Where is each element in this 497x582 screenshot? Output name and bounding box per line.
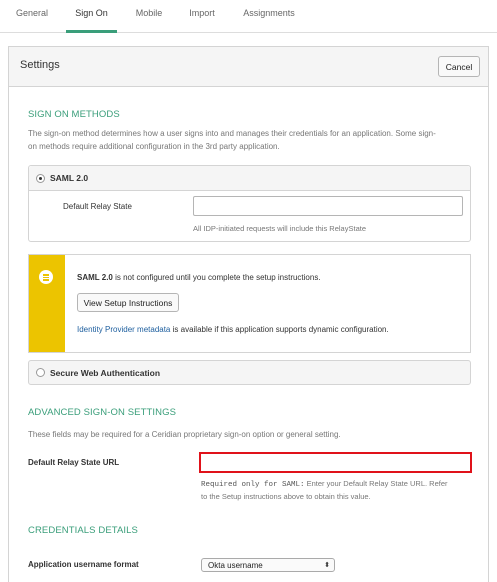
notice-bar: [29, 255, 65, 352]
notice-metadata-text: Identity Provider metadata is available …: [77, 325, 389, 334]
default-relay-state-url-input[interactable]: [199, 452, 472, 473]
sign-on-methods-heading: SIGN ON METHODS: [28, 109, 120, 120]
notice-message-text: is not configured until you complete the…: [112, 273, 321, 282]
cancel-button[interactable]: Cancel: [438, 56, 480, 77]
saml-panel: SAML 2.0 Default Relay State All IDP-ini…: [28, 165, 471, 242]
settings-title: Settings: [20, 59, 60, 71]
swa-panel[interactable]: Secure Web Authentication: [28, 360, 471, 385]
default-relay-state-url-help: Required only for SAML: Enter your Defau…: [201, 478, 476, 503]
tab-mobile[interactable]: Mobile: [127, 0, 171, 33]
sign-on-methods-description: The sign-on method determines how a user…: [28, 127, 478, 153]
default-relay-state-label: Default Relay State: [63, 202, 132, 211]
select-arrows-icon: ⬍: [324, 562, 330, 569]
help-code: Required only for SAML:: [201, 481, 305, 489]
default-relay-state-input[interactable]: [193, 196, 463, 216]
tab-general[interactable]: General: [8, 0, 56, 33]
swa-label: Secure Web Authentication: [50, 368, 161, 378]
username-format-select[interactable]: Okta username ⬍: [201, 558, 335, 572]
notice-metadata-suffix: is available if this application support…: [170, 325, 389, 334]
saml-panel-header[interactable]: SAML 2.0: [29, 166, 470, 191]
sign-on-methods-description-line2: on methods require additional configurat…: [28, 142, 280, 151]
advanced-settings-heading: ADVANCED SIGN-ON SETTINGS: [28, 407, 177, 418]
help-line1: Enter your Default Relay State URL. Refe…: [304, 479, 448, 488]
view-setup-instructions-button[interactable]: View Setup Instructions: [77, 293, 179, 312]
tab-sign-on[interactable]: Sign On: [66, 0, 117, 33]
advanced-settings-description: These fields may be required for a Cerid…: [28, 430, 341, 439]
saml-radio[interactable]: [36, 174, 45, 183]
tab-assignments[interactable]: Assignments: [234, 0, 304, 33]
username-format-value: Okta username: [208, 561, 263, 570]
note-icon: [39, 270, 53, 284]
identity-provider-metadata-link[interactable]: Identity Provider metadata: [77, 325, 170, 334]
saml-label: SAML 2.0: [50, 173, 89, 183]
settings-panel: Settings Cancel SIGN ON METHODS The sign…: [8, 46, 489, 582]
username-format-label: Application username format: [28, 560, 139, 569]
sign-on-methods-description-line1: The sign-on method determines how a user…: [28, 129, 436, 138]
notice-message: SAML 2.0 is not configured until you com…: [77, 273, 321, 282]
settings-header: Settings Cancel: [9, 47, 488, 87]
setup-notice: SAML 2.0 is not configured until you com…: [28, 254, 471, 353]
swa-radio[interactable]: [36, 368, 45, 377]
credentials-details-heading: CREDENTIALS DETAILS: [28, 525, 138, 536]
help-line2: to the Setup instructions above to obtai…: [201, 492, 371, 501]
tab-import[interactable]: Import: [180, 0, 224, 33]
default-relay-state-url-label: Default Relay State URL: [28, 458, 120, 467]
notice-method-name: SAML 2.0: [77, 273, 113, 282]
tab-bar: General Sign On Mobile Import Assignment…: [0, 0, 497, 33]
default-relay-state-help: All IDP-initiated requests will include …: [193, 224, 366, 233]
